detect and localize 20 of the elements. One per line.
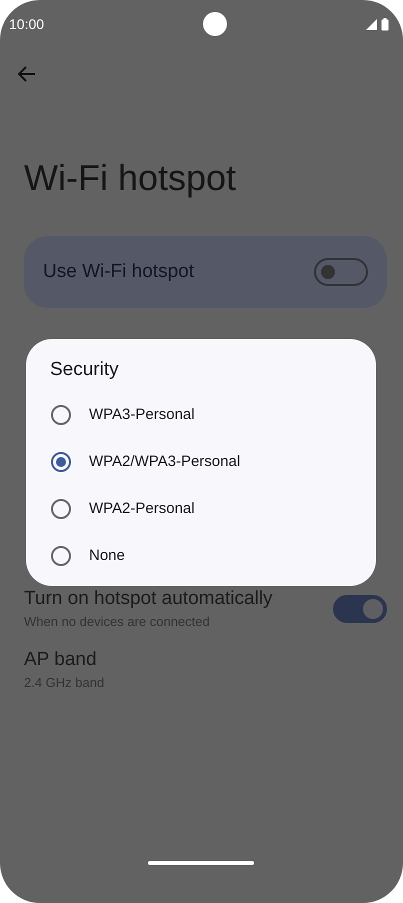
option-label[interactable]: None xyxy=(89,547,125,564)
page-title: Wi-Fi hotspot xyxy=(24,156,238,200)
dialog-title: Security xyxy=(50,359,120,381)
camera-cutout xyxy=(203,12,228,36)
battery-icon xyxy=(380,18,389,30)
radio-button[interactable] xyxy=(51,498,71,518)
radio-button[interactable] xyxy=(51,404,71,424)
option-label[interactable]: WPA2/WPA3-Personal xyxy=(89,453,240,470)
status-time: 10:00 xyxy=(9,16,44,32)
toggle-switch[interactable] xyxy=(314,258,368,286)
setting-title: Turn on hotspot automatically xyxy=(24,588,273,610)
option-label[interactable]: WPA3-Personal xyxy=(89,406,195,423)
setting-title: AP band xyxy=(24,649,98,671)
radio-button[interactable] xyxy=(51,452,71,472)
toggle-switch[interactable] xyxy=(333,594,387,622)
signal-icon xyxy=(366,18,377,30)
back-arrow-icon[interactable] xyxy=(18,66,36,82)
option-label[interactable]: WPA2-Personal xyxy=(89,500,195,517)
radio-button[interactable] xyxy=(51,546,71,566)
switch-label: Use Wi-Fi hotspot xyxy=(43,261,194,283)
